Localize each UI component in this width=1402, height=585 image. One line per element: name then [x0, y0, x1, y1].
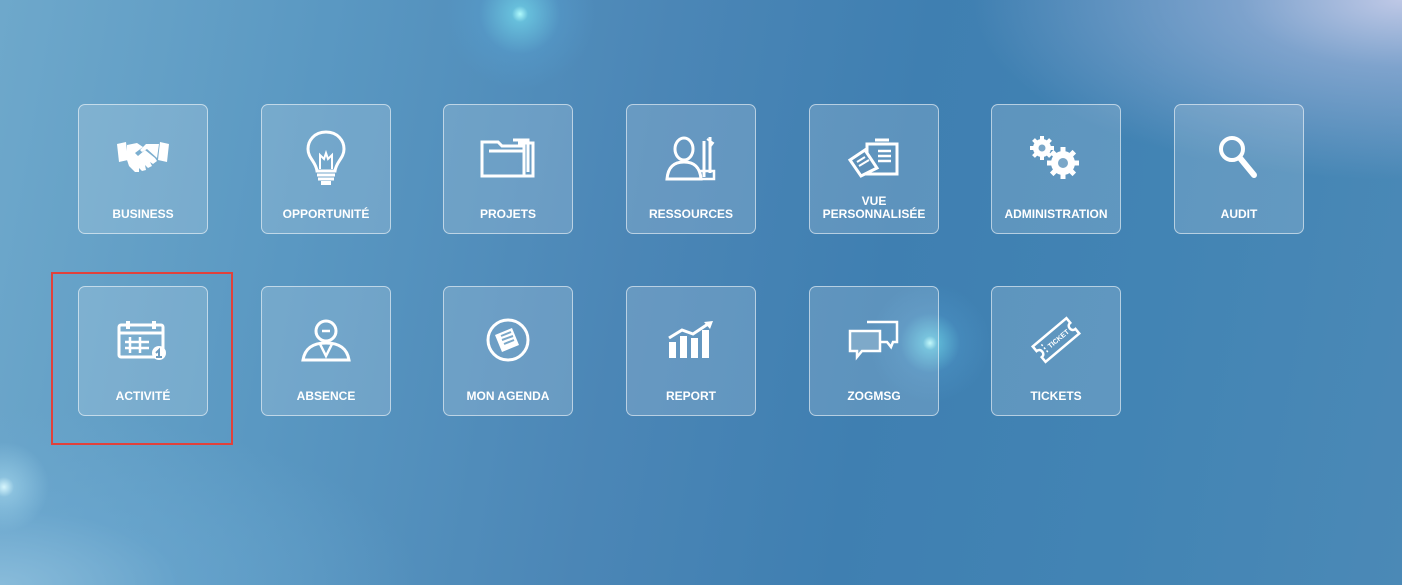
- tile-label: ADMINISTRATION: [1004, 207, 1108, 221]
- tile-tickets[interactable]: TICKET TICKETS: [991, 286, 1121, 416]
- tile-label: ACTIVITÉ: [115, 389, 171, 403]
- tile-label: VUE PERSONNALISÉE: [822, 194, 926, 221]
- person-tools-icon: [627, 129, 755, 187]
- calendar-icon: [79, 311, 207, 369]
- handshake-icon: [79, 129, 207, 187]
- tile-label: PROJETS: [479, 207, 536, 221]
- custom-view-icon: [810, 135, 938, 181]
- tile-vue-personnalisee[interactable]: VUE PERSONNALISÉE: [809, 104, 939, 234]
- magnifier-icon: [1175, 129, 1303, 187]
- tile-label: OPPORTUNITÉ: [282, 207, 370, 221]
- agenda-icon: [444, 311, 572, 369]
- tile-report[interactable]: REPORT: [626, 286, 756, 416]
- tile-label: BUSINESS: [112, 207, 174, 221]
- tile-zogmsg[interactable]: ZOGMSG: [809, 286, 939, 416]
- tile-opportunite[interactable]: OPPORTUNITÉ: [261, 104, 391, 234]
- tile-administration[interactable]: ADMINISTRATION: [991, 104, 1121, 234]
- chat-bubbles-icon: [810, 311, 938, 369]
- gears-icon: [992, 129, 1120, 187]
- tile-activite[interactable]: ACTIVITÉ: [78, 286, 208, 416]
- tile-label: ABSENCE: [296, 389, 356, 403]
- tile-label: TICKETS: [1030, 389, 1082, 403]
- folder-icon: [444, 129, 572, 187]
- tile-projets[interactable]: PROJETS: [443, 104, 573, 234]
- tile-absence[interactable]: ABSENCE: [261, 286, 391, 416]
- bar-chart-icon: [627, 311, 755, 369]
- tile-mon-agenda[interactable]: MON AGENDA: [443, 286, 573, 416]
- tile-label: REPORT: [665, 389, 716, 403]
- tile-label: ZOGMSG: [847, 389, 901, 403]
- lightbulb-icon: [262, 129, 390, 187]
- tile-label: AUDIT: [1220, 207, 1258, 221]
- ticket-icon: TICKET: [992, 311, 1120, 369]
- tile-business[interactable]: BUSINESS: [78, 104, 208, 234]
- tile-label: MON AGENDA: [466, 389, 550, 403]
- tile-audit[interactable]: AUDIT: [1174, 104, 1304, 234]
- tile-ressources[interactable]: RESSOURCES: [626, 104, 756, 234]
- person-icon: [262, 311, 390, 369]
- tile-label: RESSOURCES: [648, 207, 734, 221]
